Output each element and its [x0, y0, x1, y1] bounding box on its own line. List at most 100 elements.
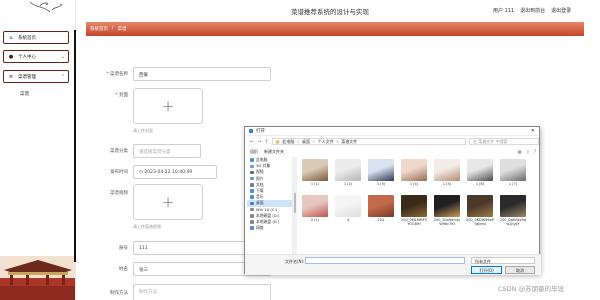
file-name: 1 (4): [409, 182, 419, 186]
address-bar: ← → ↑ ■ 此电脑 › 桌面 › 个人文件 › 菜谱文件 在 菜谱文件 中搜索: [247, 137, 539, 146]
nav-item-icon: [250, 214, 254, 218]
image-file-icon: [467, 159, 493, 181]
nav-item-label: 文档: [256, 181, 264, 187]
file-thumbnail[interactable]: 1 (6): [466, 159, 494, 186]
nav-item-icon: [250, 189, 254, 193]
publish-time-input[interactable]: ◷ 2023-04-22 10:40:49: [133, 165, 217, 179]
file-thumbnail[interactable]: 1 (1): [301, 159, 329, 186]
breadcrumb-home[interactable]: 系统首页: [90, 26, 108, 32]
file-thumbnail[interactable]: 200_DpB4kz9qw1JlyjJY: [499, 195, 527, 226]
clock-icon: ◷: [139, 170, 143, 175]
dialog-title: 打开: [256, 129, 265, 134]
view-options-icon[interactable]: ▦: [518, 149, 522, 154]
breadcrumb: 系统首页 / 菜谱: [90, 26, 127, 32]
file-name: 2 (1): [310, 218, 320, 222]
video-upload[interactable]: +: [133, 184, 203, 220]
name-input[interactable]: 西餐: [133, 67, 271, 81]
nav-scrollbar[interactable]: [293, 157, 297, 257]
image-file-icon: [434, 195, 460, 217]
file-name: 200_9KDW96aPTgbmv: [466, 218, 494, 226]
file-grid: 1 (1) 1 (2) 1 (3) 1 (4) 1 (5) 1 (6) 1 (7) 2 (1)…: [301, 159, 539, 259]
app-icon: [249, 129, 253, 133]
name-label: * 菜谱名称: [106, 72, 128, 77]
close-icon[interactable]: ✕: [531, 128, 535, 134]
file-thumbnail[interactable]: 200_9KDW96aPTgbmv: [466, 195, 494, 226]
method-textarea[interactable]: 制作方法: [133, 284, 271, 300]
file-thumbnail[interactable]: 200_0MLMMF5YOG8IH: [400, 195, 428, 226]
file-thumbnail[interactable]: 1 (4): [400, 159, 428, 186]
file-name: 200_2bcNhmtyW9bc7KI: [433, 218, 461, 226]
video-label: 菜谱视频: [110, 191, 128, 196]
file-name: 202: [377, 218, 385, 222]
cover-upload[interactable]: +: [133, 88, 203, 124]
file-name: 1 (1): [310, 182, 320, 186]
image-file-icon: [302, 159, 328, 181]
logout-link[interactable]: 退出登录: [551, 7, 571, 14]
back-to-front-link[interactable]: 退出到前台: [520, 7, 545, 14]
sidebar-subitem-recipe[interactable]: 菜谱: [20, 91, 29, 97]
file-thumbnail[interactable]: 200_2bcNhmtyW9bc7KI: [433, 195, 461, 226]
chevron-down-icon: ⌄: [60, 53, 65, 60]
image-file-icon: [401, 195, 427, 217]
file-thumbnail[interactable]: 202: [367, 195, 395, 222]
nav-item-icon: [250, 226, 254, 230]
help-icon[interactable]: ?: [534, 149, 536, 154]
forward-arrow-icon[interactable]: →: [257, 139, 261, 145]
image-file-icon: [368, 159, 394, 181]
file-name: 1 (7): [508, 182, 518, 186]
sidebar-item-recipe-manage[interactable]: ≡ 菜谱管理 ⌃: [3, 70, 69, 83]
filetype-select[interactable]: 所有文件: [471, 257, 535, 264]
nickname-label: 姓名: [119, 267, 128, 272]
scrollbar-thumb[interactable]: [294, 193, 296, 213]
preview-pane-icon[interactable]: ▯: [527, 149, 529, 154]
nav-item-icon: [250, 170, 254, 175]
nav-item-label: 图片: [256, 175, 264, 181]
plus-icon: +: [161, 97, 175, 115]
nav-item-label: 视频: [256, 169, 264, 175]
cancel-button[interactable]: 取消: [505, 266, 535, 274]
path-segment[interactable]: 个人文件: [318, 139, 334, 145]
organize-button[interactable]: 组织: [250, 149, 258, 155]
page-title: 菜谱推荐系统的设计与实现: [291, 8, 369, 16]
back-arrow-icon[interactable]: ←: [250, 139, 254, 145]
file-thumbnail[interactable]: 2 (1): [301, 195, 329, 222]
nav-item-label: 本地磁盘 (D:): [256, 212, 280, 218]
palace-illustration: [0, 256, 75, 300]
nav-item-icon: [250, 207, 254, 212]
path-segment[interactable]: 菜谱文件: [341, 139, 357, 145]
new-folder-button[interactable]: 新建文件夹: [264, 149, 284, 155]
open-button[interactable]: 打开(O): [471, 266, 502, 274]
path-segment[interactable]: 此电脑: [282, 139, 294, 145]
filename-label: 文件名(N):: [285, 259, 305, 264]
account-label: 账号: [119, 246, 128, 251]
filename-input[interactable]: [305, 257, 465, 264]
path-breadcrumb[interactable]: ■ 此电脑 › 桌面 › 个人文件 › 菜谱文件: [271, 138, 466, 145]
category-select[interactable]: 请选择菜谱分类: [133, 144, 201, 158]
dialog-search-input[interactable]: 在 菜谱文件 中搜索: [469, 138, 539, 145]
user-icon: ●: [8, 53, 14, 60]
file-thumbnail[interactable]: 1 (2): [334, 159, 362, 186]
sidebar-item-profile[interactable]: ● 个人中心 ⌄: [3, 50, 69, 63]
nav-item-icon: [250, 164, 254, 169]
decorative-branch: [29, 1, 63, 13]
path-segment[interactable]: 桌面: [302, 139, 310, 145]
file-name: 1 (6): [475, 182, 485, 186]
nav-arrows: ← → ↑: [247, 139, 272, 145]
sidebar-item-label: 系统首页: [18, 35, 36, 41]
file-thumbnail[interactable]: 1 (7): [499, 159, 527, 186]
file-thumbnail[interactable]: 1 (3): [367, 159, 395, 186]
nav-item[interactable]: 网络: [247, 225, 292, 231]
up-arrow-icon[interactable]: ↑: [264, 139, 268, 145]
file-name: 200_0MLMMF5YOG8IH: [401, 218, 427, 226]
nav-item-label: Win 10 (C:): [256, 207, 278, 213]
file-name: 1 (5): [442, 182, 452, 186]
nav-item-icon: [250, 201, 254, 206]
image-file-icon: [335, 195, 361, 217]
nav-item-icon: [250, 220, 254, 224]
chevron-up-icon: ⌃: [60, 73, 65, 80]
breadcrumb-current: 菜谱: [117, 27, 127, 32]
file-thumbnail[interactable]: 1 (5): [433, 159, 461, 186]
method-label: 制作方法: [110, 291, 128, 296]
file-thumbnail[interactable]: 4: [334, 195, 362, 222]
sidebar-item-home[interactable]: ⌂ 系统首页: [3, 31, 69, 44]
